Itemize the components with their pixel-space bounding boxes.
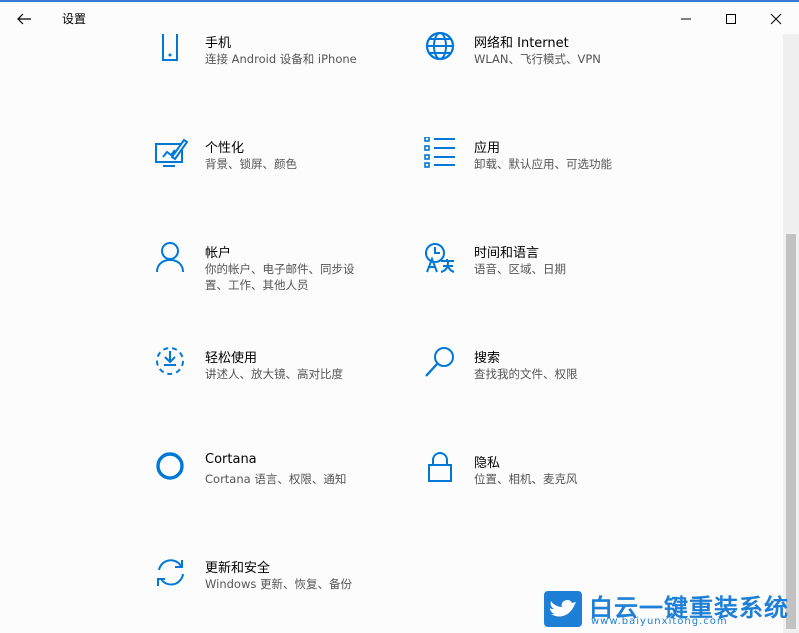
watermark: 白云一键重装系统 www.baiyunxitong.com xyxy=(543,588,793,630)
scrollbar-thumb[interactable] xyxy=(786,234,796,629)
minimize-icon xyxy=(681,18,691,20)
settings-item-network[interactable]: 网络和 Internet WLAN、飞行模式、VPN xyxy=(424,32,654,92)
settings-item-ease-of-access[interactable]: 轻松使用 讲述人、放大镜、高对比度 xyxy=(155,347,385,407)
ease-of-access-icon xyxy=(156,347,184,375)
item-description: 查找我的文件、权限 xyxy=(474,367,578,381)
item-description: Cortana 语言、权限、通知 xyxy=(205,472,347,486)
settings-item-accounts[interactable]: 帐户 你的帐户、电子邮件、同步设置、工作、其他人员 xyxy=(155,242,385,302)
close-icon xyxy=(770,13,782,25)
globe-icon xyxy=(425,32,455,61)
person-icon xyxy=(156,242,184,273)
settings-item-time-language[interactable]: 时间和语言 语音、区域、日期 xyxy=(424,242,654,302)
item-title: 个性化 xyxy=(205,141,245,156)
item-description: 卸载、默认应用、可选功能 xyxy=(474,157,612,171)
window-title: 设置 xyxy=(62,12,87,26)
cortana-icon xyxy=(156,452,184,480)
settings-item-search[interactable]: 搜索 查找我的文件、权限 xyxy=(424,347,654,407)
back-arrow-icon xyxy=(17,13,31,25)
title-bar: 设置 xyxy=(0,0,799,34)
settings-item-phone[interactable]: 手机 连接 Android 设备和 iPhone xyxy=(155,32,385,92)
item-title: 更新和安全 xyxy=(205,561,271,576)
item-title: 隐私 xyxy=(474,456,501,471)
search-icon xyxy=(425,347,454,377)
item-description: 讲述人、放大镜、高对比度 xyxy=(205,367,343,381)
item-title: 手机 xyxy=(205,36,232,51)
bird-logo-icon xyxy=(544,591,582,627)
watermark-url: www.baiyunxitong.com xyxy=(591,616,728,627)
settings-item-apps[interactable]: 应用 卸载、默认应用、可选功能 xyxy=(424,137,654,197)
maximize-icon xyxy=(726,14,736,24)
apps-list-icon xyxy=(424,137,455,168)
item-description: 语音、区域、日期 xyxy=(474,262,566,276)
item-description: 连接 Android 设备和 iPhone xyxy=(205,52,357,66)
minimize-button[interactable] xyxy=(664,6,708,32)
item-title: 搜索 xyxy=(474,351,501,366)
personalization-icon xyxy=(155,138,189,167)
lock-icon xyxy=(428,452,452,482)
time-language-icon xyxy=(425,243,455,273)
item-title: 应用 xyxy=(474,141,501,156)
item-description: 位置、相机、麦克风 xyxy=(474,472,578,486)
item-title: 时间和语言 xyxy=(474,246,540,261)
close-button[interactable] xyxy=(754,6,798,32)
item-title: 网络和 Internet xyxy=(474,36,569,51)
settings-item-privacy[interactable]: 隐私 位置、相机、麦克风 xyxy=(424,452,654,512)
item-description: WLAN、飞行模式、VPN xyxy=(474,52,601,66)
item-description: 背景、锁屏、颜色 xyxy=(205,157,297,171)
update-icon xyxy=(157,559,184,586)
item-title: Cortana xyxy=(205,452,257,467)
item-title: 帐户 xyxy=(205,246,232,261)
settings-item-cortana[interactable]: Cortana Cortana 语言、权限、通知 xyxy=(155,452,385,512)
settings-item-personalization[interactable]: 个性化 背景、锁屏、颜色 xyxy=(155,137,385,197)
back-button[interactable] xyxy=(12,8,36,30)
item-description: Windows 更新、恢复、备份 xyxy=(205,577,352,591)
phone-icon xyxy=(162,34,178,61)
item-description: 你的帐户、电子邮件、同步设置、工作、其他人员 xyxy=(205,262,355,292)
settings-item-update-security[interactable]: 更新和安全 Windows 更新、恢复、备份 xyxy=(155,557,385,617)
scrollbar[interactable] xyxy=(783,34,799,633)
item-title: 轻松使用 xyxy=(205,351,258,366)
maximize-button[interactable] xyxy=(709,6,753,32)
